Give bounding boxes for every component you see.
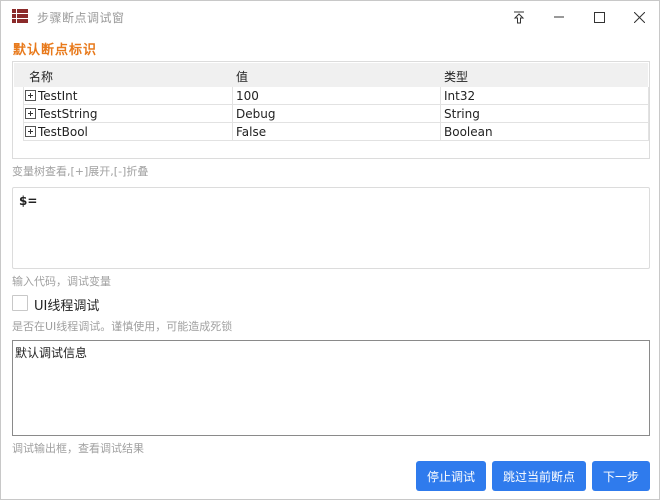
type-cell: String (441, 105, 649, 123)
next-step-button[interactable]: 下一步 (592, 461, 650, 491)
expand-icon[interactable] (25, 90, 36, 101)
table-row[interactable]: TestBool False Boolean (23, 123, 649, 141)
pin-button[interactable] (499, 1, 539, 33)
variable-name: TestBool (38, 125, 88, 139)
grid-hint: 变量树查看,[+]展开,[-]折叠 (12, 165, 149, 178)
expand-icon[interactable] (25, 126, 36, 137)
code-hint: 输入代码，调试变量 (12, 275, 111, 288)
ui-thread-label[interactable]: UI线程调试 (34, 295, 99, 314)
value-cell[interactable]: 100 (233, 87, 441, 105)
debug-output-text: 默认调试信息 (15, 346, 88, 360)
code-input-value: $= (19, 194, 38, 208)
variable-name: TestInt (38, 89, 78, 103)
value-cell[interactable]: Debug (233, 105, 441, 123)
type-cell: Int32 (441, 87, 649, 105)
debug-window: 步骤断点调试窗 默认断点标识 名称 值 类型 TestInt 100 Int32… (0, 0, 660, 500)
title-bar[interactable]: 步骤断点调试窗 (1, 1, 659, 33)
minimize-button[interactable] (539, 1, 579, 33)
name-cell: TestBool (23, 123, 233, 141)
table-row[interactable]: TestInt 100 Int32 (23, 87, 649, 105)
close-button[interactable] (619, 1, 659, 33)
ui-thread-hint: 是否在UI线程调试。谨慎使用，可能造成死锁 (12, 320, 233, 333)
debug-output-box[interactable]: 默认调试信息 (12, 340, 650, 436)
ui-thread-checkbox[interactable] (12, 295, 28, 311)
window-title: 步骤断点调试窗 (37, 11, 125, 25)
output-hint: 调试输出框，查看调试结果 (12, 442, 144, 455)
pin-icon (513, 11, 525, 23)
type-cell: Boolean (441, 123, 649, 141)
column-header-type[interactable]: 类型 (444, 68, 468, 85)
column-header-value[interactable]: 值 (236, 68, 248, 85)
grid-header: 名称 值 类型 (14, 63, 648, 87)
close-icon (633, 11, 645, 23)
grid-app-icon (12, 9, 28, 23)
section-title: 默认断点标识 (13, 43, 98, 58)
maximize-icon (593, 11, 605, 23)
variable-tree-grid[interactable]: 名称 值 类型 TestInt 100 Int32 TestString Deb… (12, 61, 650, 159)
stop-debug-button[interactable]: 停止调试 (416, 461, 486, 491)
value-cell[interactable]: False (233, 123, 441, 141)
expand-icon[interactable] (25, 108, 36, 119)
code-input[interactable]: $= (12, 187, 650, 269)
table-row[interactable]: TestString Debug String (23, 105, 649, 123)
column-header-name[interactable]: 名称 (29, 68, 53, 85)
variable-name: TestString (38, 107, 98, 121)
name-cell: TestString (23, 105, 233, 123)
minimize-icon (554, 16, 564, 18)
skip-breakpoint-button[interactable]: 跳过当前断点 (492, 461, 586, 491)
name-cell: TestInt (23, 87, 233, 105)
maximize-button[interactable] (579, 1, 619, 33)
